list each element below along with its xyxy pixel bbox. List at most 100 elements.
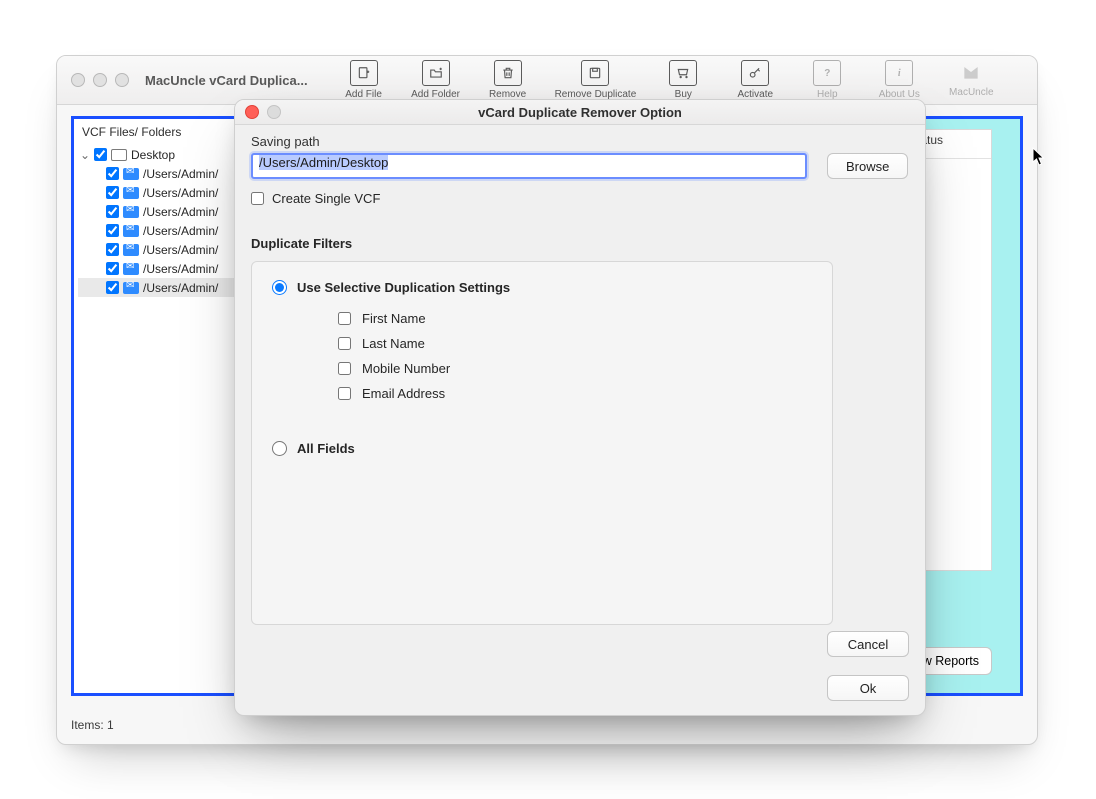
dialog-actions: Cancel Ok xyxy=(827,631,909,701)
toolbar-about[interactable]: i About Us xyxy=(874,60,924,100)
check-last-row[interactable]: Last Name xyxy=(334,334,812,353)
tree-header: VCF Files/ Folders xyxy=(74,119,239,145)
vcf-icon xyxy=(123,206,139,218)
main-toolbar: Add File Add Folder Remove Remove Duplic… xyxy=(314,60,997,100)
vcf-icon xyxy=(123,225,139,237)
tree-item[interactable]: /Users/Admin/ xyxy=(78,259,235,278)
check-first[interactable] xyxy=(338,312,351,325)
dialog-titlebar: vCard Duplicate Remover Option xyxy=(235,100,925,125)
tree-item[interactable]: /Users/Admin/ xyxy=(78,164,235,183)
tree-item[interactable]: /Users/Admin/ xyxy=(78,183,235,202)
toolbar-help[interactable]: ? Help xyxy=(802,60,852,100)
check-email[interactable] xyxy=(338,387,351,400)
toolbar-macuncle[interactable]: MacUncle xyxy=(946,60,996,100)
file-tree[interactable]: ⌄ Desktop /Users/Admin/ /Users/Admin/ /U… xyxy=(74,145,239,303)
tree-item-check[interactable] xyxy=(106,224,119,237)
save-icon xyxy=(581,60,609,86)
filters-panel: Use Selective Duplication Settings First… xyxy=(251,261,833,625)
check-mobile[interactable] xyxy=(338,362,351,375)
check-email-row[interactable]: Email Address xyxy=(334,384,812,403)
tree-item-check[interactable] xyxy=(106,167,119,180)
tree-item-label: /Users/Admin/ xyxy=(143,186,218,200)
info-icon: i xyxy=(885,60,913,86)
cart-icon xyxy=(669,60,697,86)
duplicate-filters-header: Duplicate Filters xyxy=(251,236,909,251)
check-email-label: Email Address xyxy=(362,386,445,401)
tree-item-check[interactable] xyxy=(106,281,119,294)
ok-button[interactable]: Ok xyxy=(827,675,909,701)
radio-all-label: All Fields xyxy=(297,441,355,456)
desktop-icon xyxy=(111,149,127,161)
options-dialog: vCard Duplicate Remover Option Saving pa… xyxy=(234,99,926,716)
create-single-row[interactable]: Create Single VCF xyxy=(251,191,909,206)
check-last-label: Last Name xyxy=(362,336,425,351)
dialog-title: vCard Duplicate Remover Option xyxy=(478,105,682,120)
close-dot[interactable] xyxy=(71,73,85,87)
logo-icon xyxy=(958,60,984,84)
key-icon xyxy=(741,60,769,86)
check-first-label: First Name xyxy=(362,311,426,326)
tree-root-check[interactable] xyxy=(94,148,107,161)
tree-item-label: /Users/Admin/ xyxy=(143,281,218,295)
vcf-icon xyxy=(123,168,139,180)
vcf-icon xyxy=(123,282,139,294)
tree-item[interactable]: /Users/Admin/ xyxy=(78,202,235,221)
traffic-lights-main[interactable] xyxy=(57,73,143,87)
traffic-lights-dialog[interactable] xyxy=(245,105,281,119)
tree-item[interactable]: /Users/Admin/ xyxy=(78,278,235,297)
tree-item-label: /Users/Admin/ xyxy=(143,167,218,181)
saving-path-input[interactable]: /Users/Admin/Desktop xyxy=(251,153,807,179)
tree-root-label: Desktop xyxy=(131,148,175,162)
toolbar-activate[interactable]: Activate xyxy=(730,60,780,100)
toolbar-buy[interactable]: Buy xyxy=(658,60,708,100)
tree-item-check[interactable] xyxy=(106,243,119,256)
minimize-icon xyxy=(267,105,281,119)
create-single-checkbox[interactable] xyxy=(251,192,264,205)
browse-button[interactable]: Browse xyxy=(827,153,908,179)
radio-selective-label: Use Selective Duplication Settings xyxy=(297,280,510,295)
check-last[interactable] xyxy=(338,337,351,350)
tree-item-label: /Users/Admin/ xyxy=(143,262,218,276)
toolbar-remove-duplicate[interactable]: Remove Duplicate xyxy=(555,60,637,100)
tree-item-check[interactable] xyxy=(106,262,119,275)
tree-item-label: /Users/Admin/ xyxy=(143,224,218,238)
check-first-row[interactable]: First Name xyxy=(334,309,812,328)
tree-item-check[interactable] xyxy=(106,205,119,218)
tree-item-check[interactable] xyxy=(106,186,119,199)
tree-item[interactable]: /Users/Admin/ xyxy=(78,240,235,259)
toolbar-label: MacUncle xyxy=(949,87,993,98)
minimize-dot[interactable] xyxy=(93,73,107,87)
check-mobile-row[interactable]: Mobile Number xyxy=(334,359,812,378)
vcf-icon xyxy=(123,263,139,275)
file-plus-icon xyxy=(350,60,378,86)
tree-root-row[interactable]: ⌄ Desktop xyxy=(78,145,235,164)
vcf-icon xyxy=(123,244,139,256)
tree-item[interactable]: /Users/Admin/ xyxy=(78,221,235,240)
items-footer: Items: 1 xyxy=(71,718,114,732)
cancel-button[interactable]: Cancel xyxy=(827,631,909,657)
cursor-icon xyxy=(1032,147,1046,167)
saving-path-value: /Users/Admin/Desktop xyxy=(259,155,388,170)
radio-selective[interactable] xyxy=(272,280,287,295)
saving-path-label: Saving path xyxy=(251,134,909,149)
tree-pane: VCF Files/ Folders ⌄ Desktop /Users/Admi… xyxy=(74,119,240,693)
toolbar-add-folder[interactable]: Add Folder xyxy=(411,60,461,100)
tree-item-label: /Users/Admin/ xyxy=(143,205,218,219)
trash-icon xyxy=(494,60,522,86)
main-window-title: MacUncle vCard Duplica... xyxy=(143,73,314,88)
zoom-dot[interactable] xyxy=(115,73,129,87)
toolbar-remove[interactable]: Remove xyxy=(483,60,533,100)
folder-plus-icon xyxy=(422,60,450,86)
help-icon: ? xyxy=(813,60,841,86)
radio-all-row[interactable]: All Fields xyxy=(272,441,812,456)
radio-selective-row[interactable]: Use Selective Duplication Settings xyxy=(272,280,812,295)
tree-item-label: /Users/Admin/ xyxy=(143,243,218,257)
toolbar-add-file[interactable]: Add File xyxy=(339,60,389,100)
create-single-label: Create Single VCF xyxy=(272,191,380,206)
selective-subchecks: First Name Last Name Mobile Number Email… xyxy=(272,309,812,403)
radio-all[interactable] xyxy=(272,441,287,456)
close-icon[interactable] xyxy=(245,105,259,119)
main-titlebar: MacUncle vCard Duplica... Add File Add F… xyxy=(57,56,1037,105)
check-mobile-label: Mobile Number xyxy=(362,361,450,376)
chevron-down-icon[interactable]: ⌄ xyxy=(80,148,90,162)
